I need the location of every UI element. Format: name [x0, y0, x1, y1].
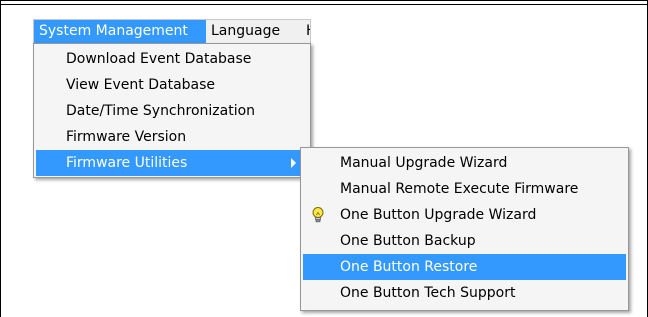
menu-item-view-event-database[interactable]: View Event Database	[36, 72, 308, 98]
menu-help-partial[interactable]: H	[301, 20, 310, 43]
menu-language[interactable]: Language	[206, 20, 292, 43]
menu-item-download-event-database[interactable]: Download Event Database	[36, 46, 308, 72]
menu-system-management[interactable]: System Management	[34, 20, 206, 43]
firmware-utilities-submenu: Manual Upgrade Wizard Manual Remote Exec…	[300, 147, 629, 311]
lightbulb-icon	[312, 207, 324, 223]
frame-divider	[0, 4, 648, 5]
submenu-arrow-icon	[291, 158, 296, 168]
menu-item-label: Firmware Version	[66, 129, 187, 145]
menu-item-label: View Event Database	[66, 77, 216, 93]
menu-item-label: Firmware Utilities	[66, 155, 188, 171]
menu-item-label: One Button Restore	[340, 259, 478, 275]
menu-item-one-button-tech-support[interactable]: One Button Tech Support	[303, 280, 626, 306]
menu-item-one-button-upgrade-wizard[interactable]: One Button Upgrade Wizard	[303, 202, 626, 228]
menu-item-one-button-backup[interactable]: One Button Backup	[303, 228, 626, 254]
menu-item-label: Manual Remote Execute Firmware	[340, 181, 579, 197]
menu-item-label: Download Event Database	[66, 51, 252, 67]
menu-item-label: Date/Time Synchronization	[66, 103, 256, 119]
menu-item-label: One Button Tech Support	[340, 285, 516, 301]
menu-item-firmware-utilities[interactable]: Firmware Utilities	[36, 150, 308, 176]
menu-item-label: Manual Upgrade Wizard	[340, 155, 508, 171]
system-management-dropdown: Download Event Database View Event Datab…	[33, 43, 311, 178]
menu-item-label: One Button Backup	[340, 233, 476, 249]
menu-item-firmware-version[interactable]: Firmware Version	[36, 124, 308, 150]
menu-item-manual-remote-execute-firmware[interactable]: Manual Remote Execute Firmware	[303, 176, 626, 202]
menu-item-manual-upgrade-wizard[interactable]: Manual Upgrade Wizard	[303, 150, 626, 176]
menu-item-label: One Button Upgrade Wizard	[340, 207, 537, 223]
menu-bar: System Management Language H	[33, 19, 311, 43]
menu-item-one-button-restore[interactable]: One Button Restore	[303, 254, 626, 280]
menu-item-date-time-synchronization[interactable]: Date/Time Synchronization	[36, 98, 308, 124]
